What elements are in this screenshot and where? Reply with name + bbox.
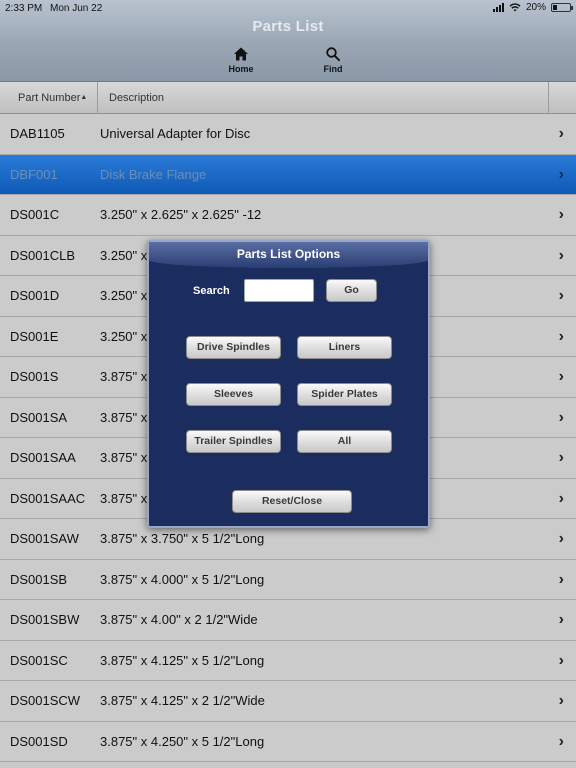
- status-date: Mon Jun 22: [50, 3, 103, 14]
- part-number: DS001D: [10, 288, 60, 303]
- sleeves-button[interactable]: Sleeves: [186, 383, 281, 406]
- wifi-icon: [509, 3, 521, 12]
- part-number: DS001SBW: [10, 612, 80, 627]
- part-number: DS001SB: [10, 571, 68, 587]
- table-row[interactable]: DS001C 3.250" x 2.625" x 2.625" -12 ›: [0, 195, 576, 236]
- sort-ascending-icon: ▲: [80, 94, 88, 101]
- part-number: DS001SAA: [10, 450, 76, 465]
- battery-percent: 20%: [525, 2, 546, 13]
- battery-icon: [551, 3, 573, 12]
- go-button[interactable]: Go: [326, 279, 377, 302]
- chevron-right-icon: ›: [558, 570, 564, 588]
- table-row[interactable]: DS001SD 3.875" x 4.250" x 5 1/2"Long ›: [0, 721, 576, 762]
- spider-plates-button[interactable]: Spider Plates: [297, 383, 392, 406]
- chevron-right-icon: ›: [558, 125, 564, 142]
- status-time: 2:33 PM: [5, 3, 43, 14]
- table-row[interactable]: DS001SC 3.875" x 4.125" x 5 1/2"Long ›: [0, 640, 576, 681]
- navigation-bar: 2:33 PM Mon Jun 22 20% Parts List Home F…: [0, 0, 576, 82]
- part-number: DS001E: [10, 328, 59, 344]
- chevron-right-icon: ›: [558, 732, 564, 750]
- chevron-right-icon: ›: [558, 449, 564, 466]
- chevron-right-icon: ›: [558, 530, 564, 547]
- part-number: DS001SD: [10, 733, 68, 749]
- page-title: Parts List: [252, 18, 324, 35]
- all-button[interactable]: All: [297, 430, 392, 453]
- drive-spindles-button[interactable]: Drive Spindles: [186, 336, 281, 359]
- part-description: 3.875" x 4.125" x 5 1/2"Long: [100, 652, 265, 668]
- liners-button[interactable]: Liners: [297, 336, 392, 359]
- part-number: DS001C: [10, 207, 60, 222]
- table-row-selected[interactable]: DBF001 Disk Brake Flange ›: [0, 154, 576, 195]
- part-description: Disk Brake Flange: [100, 166, 207, 182]
- part-number: DS001CLB: [10, 247, 76, 263]
- part-description: 3.875" x 4.000" x 5 1/2"Long: [100, 571, 265, 587]
- chevron-right-icon: ›: [558, 206, 564, 223]
- trailer-spindles-button[interactable]: Trailer Spindles: [186, 430, 281, 453]
- chevron-right-icon: ›: [558, 287, 564, 304]
- dialog-title: Parts List Options: [236, 247, 341, 261]
- chevron-right-icon: ›: [558, 489, 564, 507]
- part-number: DBF001: [10, 166, 58, 182]
- part-number: DS001SA: [10, 409, 68, 425]
- part-description: 3.875" x 4.250" x 5 1/2"Long: [100, 733, 265, 749]
- chevron-right-icon: ›: [558, 368, 564, 385]
- column-header-part-number[interactable]: Part Number▲: [0, 82, 98, 114]
- chevron-right-icon: ›: [558, 165, 564, 183]
- column-header-description[interactable]: Description: [98, 82, 549, 114]
- home-icon: [234, 47, 248, 61]
- home-label: Home: [228, 64, 254, 74]
- status-bar: 2:33 PM Mon Jun 22 20%: [0, 0, 576, 16]
- parts-list-options-dialog: Parts List Options Search Go Drive Spind…: [147, 240, 430, 528]
- column-label-part-number: Part Number: [18, 92, 81, 104]
- search-label: Search: [193, 285, 230, 297]
- part-number: DS001SAW: [10, 531, 79, 546]
- table-header: Part Number▲ Description: [0, 82, 576, 114]
- find-button[interactable]: Find: [303, 46, 363, 74]
- table-row[interactable]: DAB1105 Universal Adapter for Disc ›: [0, 114, 576, 155]
- chevron-right-icon: ›: [558, 692, 564, 709]
- signal-icon: [492, 3, 504, 12]
- part-description: 3.250" x 2.625" x 2.625" -12: [100, 207, 262, 222]
- chevron-right-icon: ›: [558, 327, 564, 345]
- part-description: Universal Adapter for Disc: [100, 126, 251, 141]
- search-icon: [326, 47, 340, 62]
- chevron-right-icon: ›: [558, 611, 564, 628]
- column-label-description: Description: [109, 92, 165, 104]
- reset-close-button[interactable]: Reset/Close: [232, 490, 352, 513]
- home-button[interactable]: Home: [211, 46, 271, 74]
- part-number: DAB1105: [10, 126, 65, 141]
- part-number: DS001S: [10, 369, 59, 384]
- part-number: DS001SCW: [10, 693, 81, 708]
- status-indicators: 20%: [492, 2, 573, 13]
- search-input[interactable]: [244, 279, 314, 302]
- part-description: 3.875" x 4.125" x 2 1/2"Wide: [100, 693, 265, 708]
- chevron-right-icon: ›: [558, 246, 564, 264]
- table-row[interactable]: DS001SCW 3.875" x 4.125" x 2 1/2"Wide ›: [0, 681, 576, 722]
- part-description: 3.875" x 4.00" x 2 1/2"Wide: [100, 612, 258, 627]
- find-label: Find: [323, 64, 343, 74]
- table-row[interactable]: DS001SB 3.875" x 4.000" x 5 1/2"Long ›: [0, 559, 576, 600]
- chevron-right-icon: ›: [558, 651, 564, 669]
- part-number: DS001SC: [10, 652, 68, 668]
- table-row[interactable]: DS001SBW 3.875" x 4.00" x 2 1/2"Wide ›: [0, 600, 576, 641]
- chevron-right-icon: ›: [558, 408, 564, 426]
- part-number: DS001SAAC: [10, 490, 86, 506]
